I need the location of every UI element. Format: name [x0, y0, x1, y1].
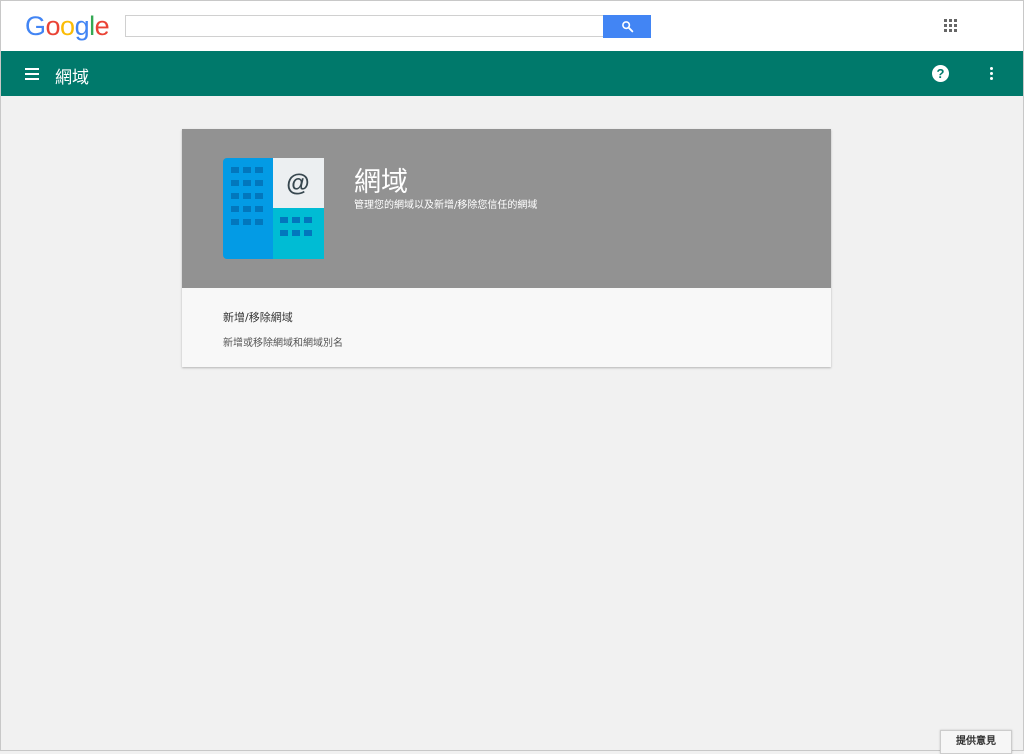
more-vert-icon[interactable] [990, 67, 994, 81]
link-description: 新增或移除網域和網域別名 [223, 338, 343, 349]
search-button[interactable] [603, 15, 651, 38]
page-title: 網域 [55, 68, 89, 88]
logo-letter: o [45, 11, 61, 41]
card-header: @ 網域 管理您的網域以及新增/移除您信任的網域 [182, 129, 831, 288]
domains-card: @ 網域 管理您的網域以及新增/移除您信任的網域 新增/移除網域 新增或移除網域… [182, 129, 831, 367]
top-bar: Google [1, 1, 1023, 51]
app-bar: 網域 ? [1, 51, 1023, 96]
logo-letter: e [94, 11, 110, 41]
at-symbol-icon: @ [286, 170, 309, 197]
logo-letter: o [60, 11, 75, 41]
menu-icon[interactable] [25, 68, 39, 80]
domains-icon: @ [223, 158, 324, 259]
apps-grid-icon[interactable] [944, 19, 958, 33]
help-icon[interactable]: ? [932, 65, 949, 82]
search-icon [621, 21, 633, 33]
logo-letter: g [74, 11, 90, 41]
logo-letter: G [25, 11, 46, 41]
card-subtitle: 管理您的網域以及新增/移除您信任的網域 [354, 200, 538, 211]
google-logo[interactable]: Google [25, 11, 110, 42]
card-title: 網域 [354, 167, 408, 198]
add-remove-domains-link[interactable]: 新增/移除網域 [223, 309, 293, 325]
search-input[interactable] [125, 15, 603, 37]
feedback-button[interactable]: 提供意見 [940, 730, 1012, 754]
